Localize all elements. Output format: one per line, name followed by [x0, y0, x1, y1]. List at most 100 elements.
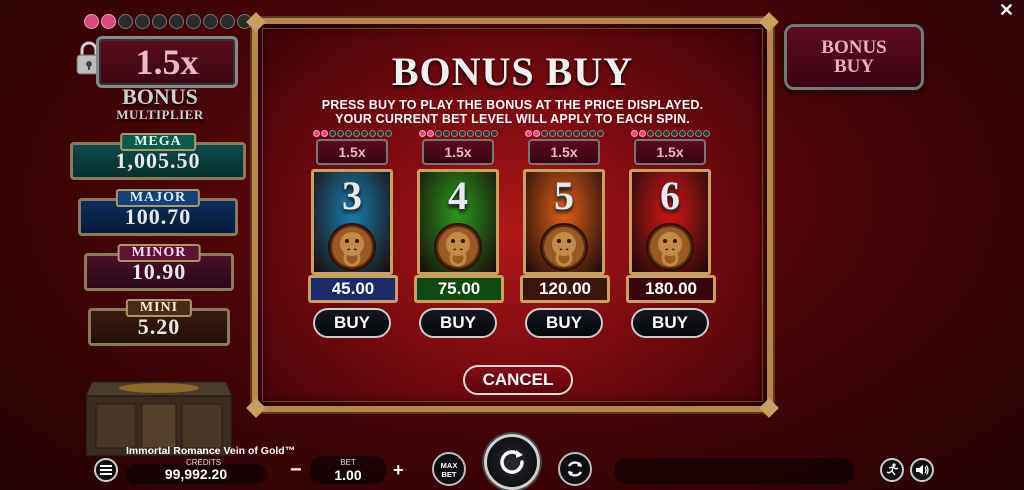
card-gem — [694, 130, 702, 137]
card-price: 45.00 — [308, 275, 398, 303]
card-gem — [556, 130, 564, 137]
card-spin-count: 5 — [554, 173, 574, 218]
buy-button[interactable]: BUY — [419, 308, 497, 338]
bonus-option-card: 1.5x 4 75.00 BUY — [414, 130, 504, 338]
card-gem — [466, 130, 474, 137]
card-gem — [588, 130, 596, 137]
bet-value: 1.00 — [334, 467, 362, 483]
credits-value: 99,992.20 — [126, 464, 266, 484]
bonus-option-card: 1.5x 5 120.00 BUY — [520, 130, 610, 338]
turbo-button[interactable] — [880, 458, 904, 482]
card-gem — [368, 130, 376, 137]
lion-knocker-icon — [646, 223, 694, 271]
bonus-option-card: 1.5x 3 45.00 BUY — [308, 130, 398, 338]
jackpot-minor-value: 10.90 — [131, 259, 187, 284]
card-price: 180.00 — [626, 275, 716, 303]
lion-knocker-icon — [540, 223, 588, 271]
running-figure-icon — [886, 463, 899, 476]
game-title: Immortal Romance Vein of Gold™ — [126, 445, 296, 457]
jackpot-major-label: MAJOR — [115, 189, 201, 207]
spin-button[interactable] — [484, 434, 540, 490]
card-gem — [678, 130, 686, 137]
card-gem — [482, 130, 490, 137]
bonus-multiplier-value: 1.5x — [96, 36, 238, 88]
modal-corner-ornament — [759, 12, 779, 32]
card-gem — [376, 130, 384, 137]
card-gem — [596, 130, 604, 137]
card-multiplier: 1.5x — [422, 139, 494, 165]
card-gem — [418, 130, 426, 137]
card-gem — [434, 130, 442, 137]
card-gem — [450, 130, 458, 137]
bonus-buy-modal: BONUS BUY PRESS BUY TO PLAY THE BONUS AT… — [246, 12, 779, 418]
speaker-icon — [916, 465, 929, 475]
card-price: 75.00 — [414, 275, 504, 303]
card-spin-count: 4 — [448, 173, 468, 218]
multiplier-gem — [118, 14, 133, 29]
spin-arrow-icon — [500, 450, 524, 474]
card-gem — [474, 130, 482, 137]
bonus-buy-badge-line2: BUY — [833, 56, 875, 77]
multiplier-gem — [101, 14, 116, 29]
jackpot-mega: MEGA 1,005.50 — [70, 133, 246, 180]
card-multiplier: 1.5x — [634, 139, 706, 165]
modal-description-line2: YOUR CURRENT BET LEVEL WILL APPLY TO EAC… — [335, 112, 690, 126]
card-gem — [384, 130, 392, 137]
modal-corner-ornament — [759, 398, 779, 418]
close-icon[interactable]: ✕ — [999, 0, 1014, 21]
card-gem — [344, 130, 352, 137]
card-gem — [442, 130, 450, 137]
win-display — [614, 458, 854, 484]
jackpot-major: MAJOR 100.70 — [78, 189, 238, 236]
card-gem — [426, 130, 434, 137]
bet-increase-button[interactable]: + — [393, 460, 404, 480]
modal-corner-ornament — [246, 398, 266, 418]
bonus-buy-badge[interactable]: BONUS BUY — [784, 24, 924, 90]
card-gem — [686, 130, 694, 137]
multiplier-gem — [135, 14, 150, 29]
multiplier-gem — [152, 14, 167, 29]
multiplier-gem — [84, 14, 99, 29]
cancel-button[interactable]: CANCEL — [463, 365, 573, 395]
menu-icon[interactable] — [94, 458, 118, 482]
buy-button[interactable]: BUY — [313, 308, 391, 338]
card-gem — [458, 130, 466, 137]
modal-description-line1: PRESS BUY TO PLAY THE BONUS AT THE PRICE… — [321, 98, 704, 112]
bonus-multiplier-title: BONUS MULTIPLIER — [100, 86, 220, 122]
card-gem — [702, 130, 710, 137]
jackpot-mini: MINI 5.20 — [88, 299, 230, 346]
autoplay-button[interactable] — [558, 452, 592, 486]
hamburger-icon — [100, 465, 112, 475]
card-gem — [540, 130, 548, 137]
card-art: 3 — [311, 169, 393, 275]
card-gem — [490, 130, 498, 137]
bet-decrease-button[interactable]: − — [290, 460, 302, 480]
max-bet-label-line2: BET — [441, 470, 457, 479]
card-gem — [312, 130, 320, 137]
bonus-option-cards: 1.5x 3 45.00 BUY 1.5x 4 75.00 BUY 1.5x 5… — [308, 130, 728, 350]
multiplier-gem — [169, 14, 184, 29]
bonus-option-card: 1.5x 6 180.00 BUY — [626, 130, 716, 338]
buy-button[interactable]: BUY — [631, 308, 709, 338]
buy-button[interactable]: BUY — [525, 308, 603, 338]
card-gem — [572, 130, 580, 137]
card-gem — [328, 130, 336, 137]
lion-knocker-icon — [328, 223, 376, 271]
max-bet-button[interactable]: MAX BET — [432, 452, 466, 486]
card-gem — [638, 130, 646, 137]
card-gem — [524, 130, 532, 137]
multiplier-gem — [186, 14, 201, 29]
multiplier-gem — [203, 14, 218, 29]
card-gem — [564, 130, 572, 137]
card-gem — [320, 130, 328, 137]
sound-button[interactable] — [910, 458, 934, 482]
card-gem — [360, 130, 368, 137]
card-gem-row — [308, 130, 396, 137]
card-multiplier: 1.5x — [528, 139, 600, 165]
bonus-buy-badge-line1: BONUS — [821, 37, 887, 58]
credits-label: CREDITS — [186, 458, 222, 467]
card-art: 5 — [523, 169, 605, 275]
card-gem — [548, 130, 556, 137]
card-gem — [532, 130, 540, 137]
card-spin-count: 3 — [342, 173, 362, 218]
